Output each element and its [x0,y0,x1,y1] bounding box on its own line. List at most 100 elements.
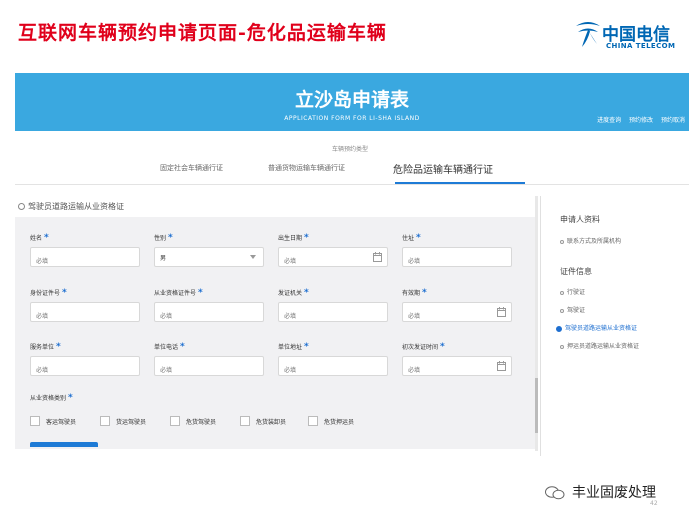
section-heading: 驾驶员道路运输从业资格证 [18,201,124,212]
form-subtitle: APPLICATION FORM FOR LI-SHA ISLAND [284,115,420,122]
chevron-down-icon [250,255,256,259]
form-title: 立沙岛申请表 [294,89,409,111]
valid-period-field: 有效期 * [402,288,514,326]
tab-fixed-social-vehicle[interactable]: 固定社会车辆通行证 [160,163,223,173]
required-mark: * [303,288,309,298]
name-input[interactable] [31,252,116,271]
required-mark: * [55,342,61,352]
checkbox-label: 货运驾驶员 [116,419,147,426]
cert-number-input[interactable] [155,307,240,326]
checkbox-box[interactable] [240,416,250,426]
checkbox-label: 危货装卸员 [256,419,287,426]
logo-en-text: CHINA TELECOM [606,42,676,50]
cert-number-field: 从业资格证件号 * [154,288,266,326]
sidebar-group-certificates: 证件信息 [560,267,592,276]
id-number-input[interactable] [31,307,116,326]
required-mark: * [67,393,73,403]
step-dot-active-icon [556,325,562,332]
gender-field: 性别 * 男 [154,233,266,267]
employer-address-label: 单位地址 [278,344,303,351]
modify-booking-link[interactable]: 预约修改 [629,117,653,124]
employer-phone-input[interactable] [155,361,240,380]
cancel-booking-link[interactable]: 预约取消 [661,117,685,124]
id-number-field: 身份证件号 * [30,288,142,326]
china-telecom-logo: 中国电信 CHINA TELECOM [572,18,682,58]
required-mark: * [61,288,67,298]
checkbox-label: 危货押运员 [324,419,355,426]
section-dot-icon [18,203,25,210]
checkbox-box[interactable] [170,416,180,426]
gender-select[interactable]: 男 [154,247,264,267]
telecom-swirl-icon [576,22,600,47]
issuer-label: 发证机关 [278,290,303,297]
employer-input[interactable] [31,361,116,380]
required-mark: * [439,342,445,352]
checkbox-box[interactable] [100,416,110,426]
required-mark: * [303,342,309,352]
checkbox-label: 客运驾驶员 [46,419,77,426]
tabs-divider [15,184,689,185]
required-mark: * [415,233,421,243]
first-issue-label: 初次发证时间 [402,344,439,351]
cert-number-label: 从业资格证件号 [154,290,197,297]
calendar-icon[interactable] [497,307,506,317]
valid-period-input[interactable] [403,307,488,326]
employer-label: 服务单位 [30,344,55,351]
required-mark: * [303,233,309,243]
address-label: 住址 [402,235,415,242]
calendar-icon[interactable] [497,361,506,371]
progress-query-link[interactable]: 进度查询 [597,117,621,124]
section-title: 驾驶员道路运输从业资格证 [28,202,124,211]
employer-address-field: 单位地址 * [278,342,390,380]
employer-address-input[interactable] [279,361,364,380]
slide-title: 互联网车辆预约申请页面-危化品运输车辆 [18,22,387,44]
checkbox-box[interactable] [308,416,318,426]
sidebar-item-driver-qualification[interactable]: 驾驶员道路运输从业资格证 [556,323,637,332]
sidebar-item-contact[interactable]: 联系方式及所属机构 [560,236,621,245]
required-mark: * [197,288,203,298]
checkbox-label: 危货驾驶员 [186,419,217,426]
required-mark: * [421,288,427,298]
header-banner: 立沙岛申请表 APPLICATION FORM FOR LI-SHA ISLAN… [15,73,689,131]
form-scrollbar-thumb[interactable] [535,378,538,433]
tab-general-cargo-vehicle[interactable]: 普通货物运输车辆通行证 [268,163,345,173]
birth-date-input[interactable] [279,252,364,271]
calendar-icon[interactable] [373,252,382,262]
vehicle-type-label: 车辆预约类型 [331,146,368,153]
step-dot-icon [560,308,564,313]
qualification-label: 从业资格类别 [30,395,67,402]
issuer-input[interactable] [279,307,364,326]
employer-field: 服务单位 * [30,342,142,380]
watermark-text: 丰业固废处理 [572,485,656,501]
page-number: 42 [650,500,658,507]
required-mark: * [167,233,173,243]
step-dot-icon [560,290,564,295]
required-mark: * [179,342,185,352]
step-sidebar: 申请人资料 联系方式及所属机构 证件信息 行驶证 驾驶证 驾驶员道路运输从业资格… [540,196,690,456]
gender-label: 性别 [154,235,167,242]
step-dot-icon [560,239,564,244]
submit-button[interactable] [30,442,98,447]
name-label: 姓名 [30,235,43,242]
address-input[interactable] [403,252,488,271]
id-number-label: 身份证件号 [30,290,61,297]
name-field: 姓名 * [30,233,142,271]
birth-field: 出生日期 * [278,233,390,271]
first-issue-field: 初次发证时间 * [402,342,514,380]
qualification-heading: 从业资格类别 * [30,393,73,403]
employer-phone-label: 单位电话 [154,344,179,351]
address-field: 住址 * [402,233,514,271]
sidebar-item-vehicle-license[interactable]: 行驶证 [560,287,585,296]
sidebar-item-driver-license[interactable]: 驾驶证 [560,305,585,314]
wechat-icon [545,486,565,500]
required-mark: * [43,233,49,243]
tab-hazardous-vehicle[interactable]: 危险品运输车辆通行证 [393,161,493,176]
step-dot-icon [560,344,564,349]
birth-label: 出生日期 [278,235,303,242]
first-issue-input[interactable] [403,361,488,380]
gender-value: 男 [160,255,167,262]
valid-period-label: 有效期 [402,290,421,297]
sidebar-item-escort-qualification[interactable]: 押运员道路运输从业资格证 [560,341,639,350]
employer-phone-field: 单位电话 * [154,342,266,380]
checkbox-box[interactable] [30,416,40,426]
